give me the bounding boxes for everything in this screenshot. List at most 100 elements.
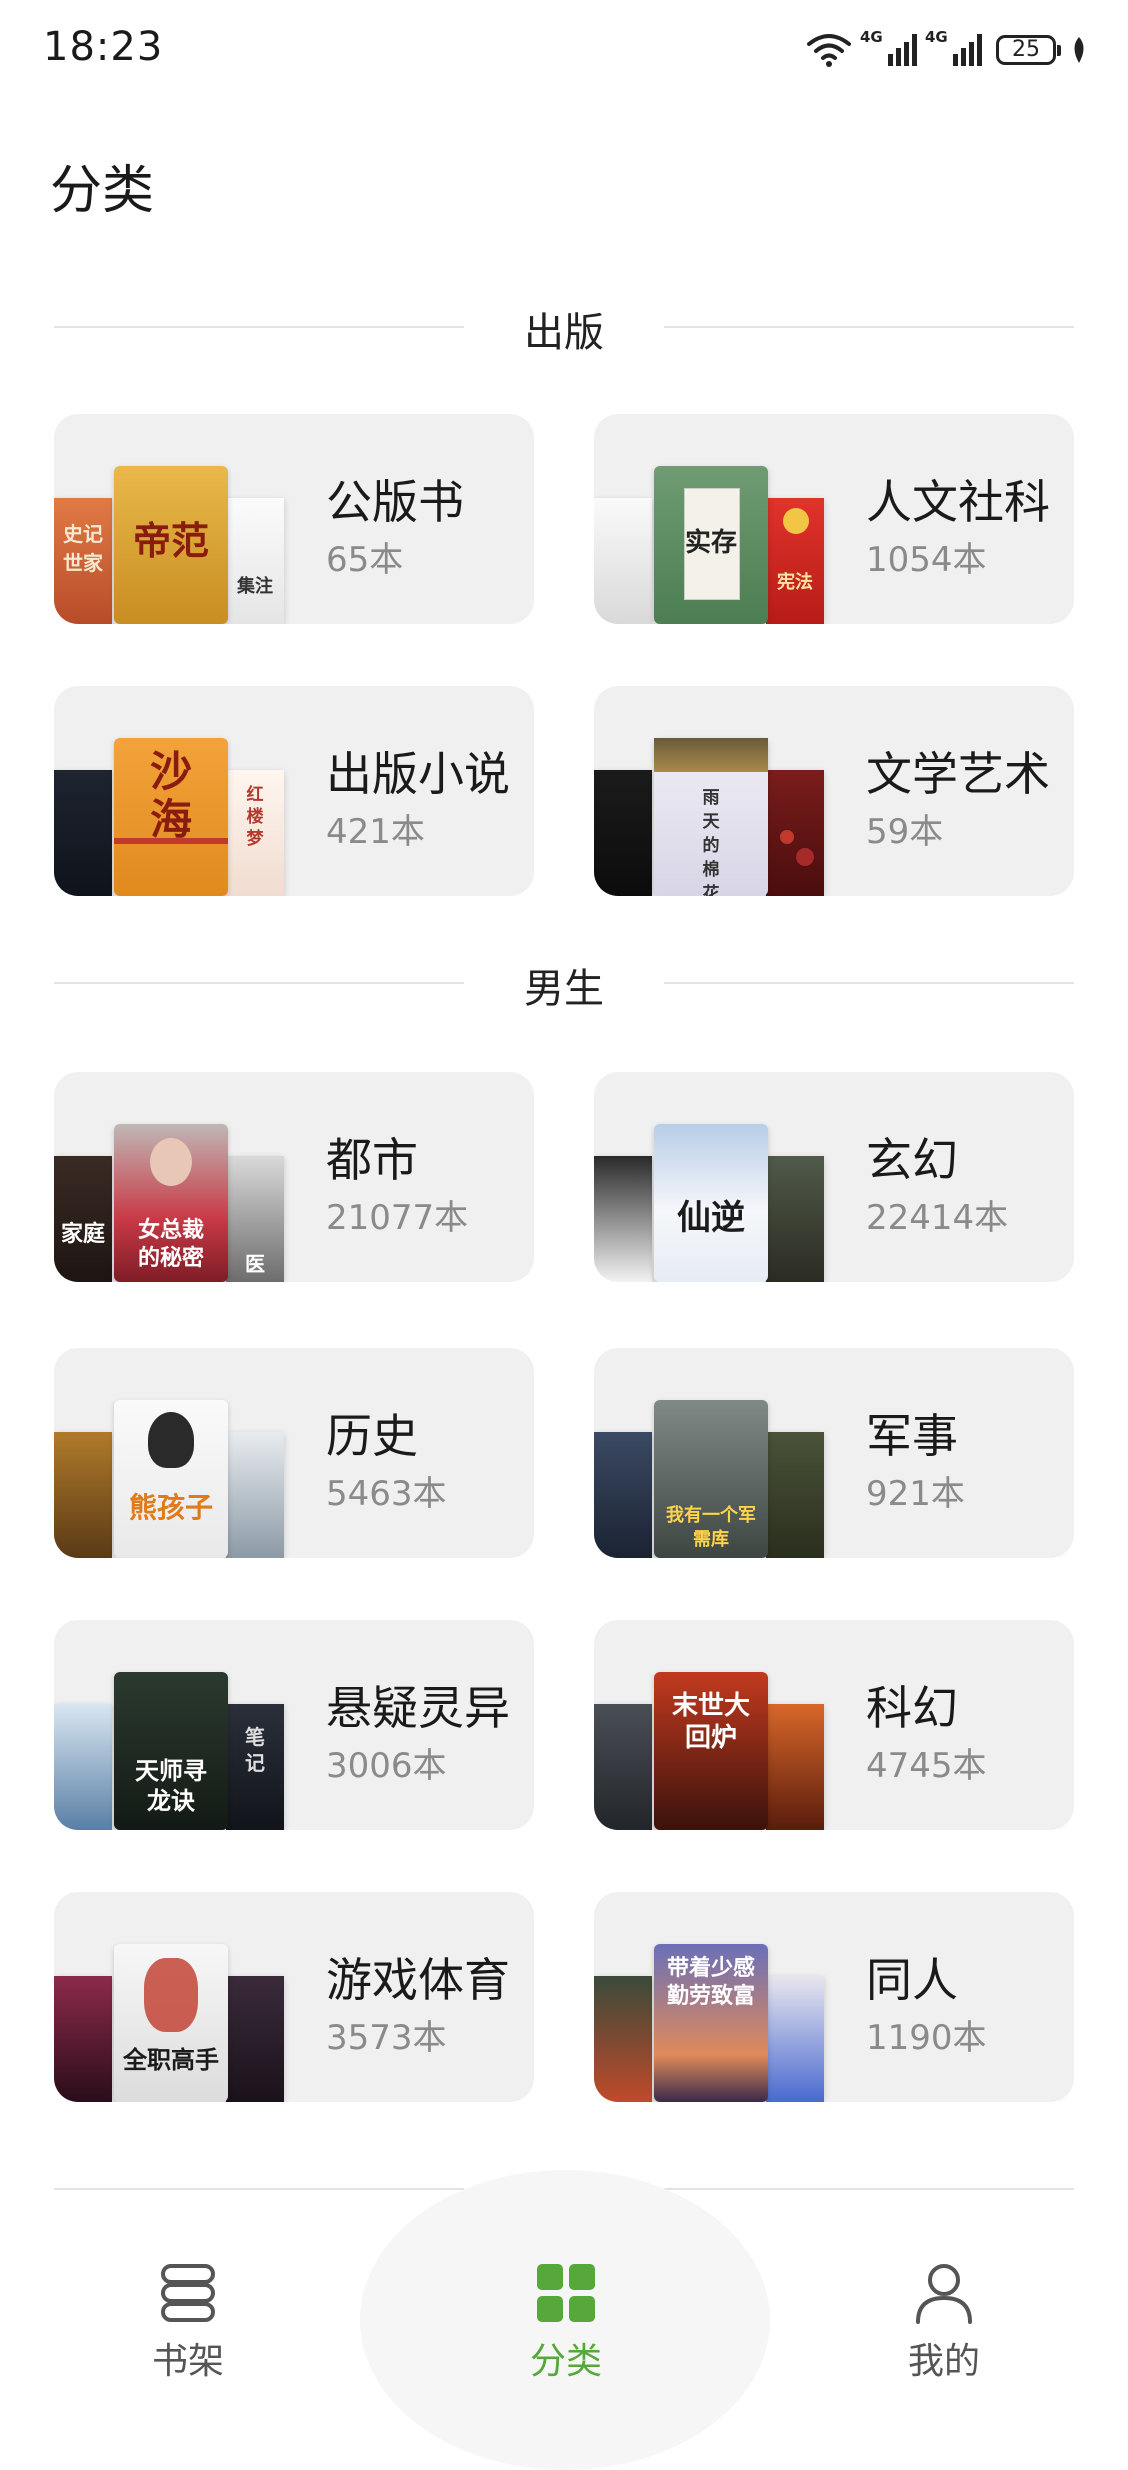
- section-header-male: 男生: [54, 952, 1074, 1012]
- section-title: 出版: [524, 310, 604, 356]
- cover-stack: 全职高手: [54, 1892, 284, 2102]
- cover-stack: 末世大回炉: [594, 1620, 824, 1830]
- category-count: 3006本: [326, 1746, 447, 1786]
- signal-1-label: 4G: [860, 28, 883, 46]
- cover-title: 红楼梦: [246, 785, 264, 849]
- book-cover: 带着少感勤劳致富: [654, 1944, 768, 2102]
- category-name: 出版小说: [326, 747, 510, 801]
- category-grid-icon: [537, 2264, 595, 2322]
- category-name: 历史: [326, 1409, 418, 1463]
- book-cover: 仙逆: [654, 1124, 768, 1282]
- book-cover: 雨天的棉花糖: [654, 738, 768, 896]
- cover-stack: 史记世家 帝范 集注: [54, 414, 284, 624]
- category-count: 421本: [326, 812, 425, 852]
- cover-dot: [796, 848, 814, 866]
- category-card-scifi[interactable]: 末世大回炉 科幻 4745本: [594, 1620, 1074, 1830]
- category-card-humanities[interactable]: 实存 宪法 人文社科 1054本: [594, 414, 1074, 624]
- battery-icon: 25: [996, 35, 1061, 65]
- signal-2-label: 4G: [925, 28, 948, 46]
- cover-title: 末世大回炉: [671, 1691, 750, 1753]
- cover-figure: [148, 1412, 194, 1468]
- book-cover: 末世大回炉: [654, 1672, 768, 1830]
- book-cover: 天师寻龙诀: [114, 1672, 228, 1830]
- category-card-urban[interactable]: 家庭 女总裁的秘密 医 都市 21077本: [54, 1072, 534, 1282]
- book-cover: [594, 1976, 652, 2102]
- book-cover: 沙海: [114, 738, 228, 896]
- category-name: 同人: [866, 1953, 958, 2007]
- cover-title: 集注: [237, 576, 273, 597]
- book-cover: [54, 1976, 112, 2102]
- category-card-suspense[interactable]: 天师寻龙诀 笔记 悬疑灵异 3006本: [54, 1620, 534, 1830]
- category-card-games-sports[interactable]: 全职高手 游戏体育 3573本: [54, 1892, 534, 2102]
- book-cover: 熊孩子: [114, 1400, 228, 1558]
- category-count: 22414本: [866, 1198, 1009, 1238]
- cover-title: 女总裁的秘密: [137, 1217, 204, 1271]
- divider-line: [664, 982, 1074, 984]
- page-title: 分类: [50, 161, 155, 221]
- cell-signal-2-icon: 4G: [925, 28, 982, 66]
- wifi-icon: [807, 34, 851, 67]
- category-name: 都市: [326, 1133, 418, 1187]
- book-cover: [594, 1704, 652, 1830]
- category-card-public-domain[interactable]: 史记世家 帝范 集注 公版书 65本: [54, 414, 534, 624]
- category-name: 军事: [866, 1409, 958, 1463]
- book-cover: [766, 1432, 824, 1558]
- category-card-fan-fiction[interactable]: 带着少感勤劳致富 同人 1190本: [594, 1892, 1074, 2102]
- status-time: 18:23: [43, 24, 164, 70]
- cover-stack: 家庭 女总裁的秘密 医: [54, 1072, 284, 1282]
- cover-title: 天师寻龙诀: [135, 1756, 207, 1815]
- cover-title: 带着少感勤劳致富: [666, 1955, 755, 2009]
- book-cover: 集注: [226, 498, 284, 624]
- book-cover: [594, 498, 652, 624]
- cover-stack: 我有一个军需库: [594, 1348, 824, 1558]
- book-cover: 宪法: [766, 498, 824, 624]
- book-cover: [594, 1432, 652, 1558]
- cover-title: 帝范: [132, 518, 209, 563]
- category-count: 921本: [866, 1474, 965, 1514]
- book-cover: 笔记: [226, 1704, 284, 1830]
- section-header-publish: 出版: [54, 296, 1074, 356]
- cover-title: 家庭: [60, 1221, 105, 1247]
- cover-stack: 仙逆: [594, 1072, 824, 1282]
- cover-stack: 带着少感勤劳致富: [594, 1892, 824, 2102]
- book-cover: [594, 1156, 652, 1282]
- category-count: 65本: [326, 540, 404, 580]
- leaf-icon: [1074, 37, 1084, 63]
- category-card-fantasy[interactable]: 仙逆 玄幻 22414本: [594, 1072, 1074, 1282]
- category-card-literature-art[interactable]: 雨天的棉花糖 文学艺术 59本: [594, 686, 1074, 896]
- category-count: 3573本: [326, 2018, 447, 2058]
- cover-title: 仙逆: [677, 1198, 745, 1238]
- book-cover: 我有一个军需库: [654, 1400, 768, 1558]
- cover-title: 医: [245, 1252, 265, 1276]
- nav-tab-bookshelf[interactable]: 书架: [108, 2258, 268, 2384]
- nav-label: 书架: [151, 2341, 224, 2382]
- nav-tab-profile[interactable]: 我的: [864, 2258, 1024, 2384]
- cover-title: 宪法: [777, 572, 813, 593]
- cover-title: 全职高手: [123, 2045, 219, 2074]
- category-card-history[interactable]: 熊孩子 历史 5463本: [54, 1348, 534, 1558]
- cell-signal-1-icon: 4G: [860, 28, 917, 66]
- category-count: 1054本: [866, 540, 987, 580]
- book-cover: [54, 1432, 112, 1558]
- cover-title: 沙海: [149, 747, 192, 844]
- category-card-military[interactable]: 我有一个军需库 军事 921本: [594, 1348, 1074, 1558]
- book-cover: 女总裁的秘密: [114, 1124, 228, 1282]
- profile-icon: [916, 2264, 972, 2324]
- book-cover: [54, 770, 112, 896]
- book-cover: 全职高手: [114, 1944, 228, 2102]
- cover-title: 我有一个军需库: [666, 1505, 756, 1550]
- cover-stack: 熊孩子: [54, 1348, 284, 1558]
- cover-title: 雨天的棉花糖: [702, 788, 720, 896]
- divider-line: [664, 2188, 1074, 2190]
- book-cover: 红楼梦: [226, 770, 284, 896]
- cover-stack: 沙海 红楼梦: [54, 686, 284, 896]
- nav-tab-category[interactable]: 分类: [486, 2258, 646, 2384]
- book-cover: [54, 1704, 112, 1830]
- book-cover: [766, 1156, 824, 1282]
- category-name: 公版书: [326, 475, 464, 529]
- category-card-published-novel[interactable]: 沙海 红楼梦 出版小说 421本: [54, 686, 534, 896]
- book-cover: [766, 1704, 824, 1830]
- book-cover: 史记世家: [54, 498, 112, 624]
- book-cover: [766, 770, 824, 896]
- book-cover: 家庭: [54, 1156, 112, 1282]
